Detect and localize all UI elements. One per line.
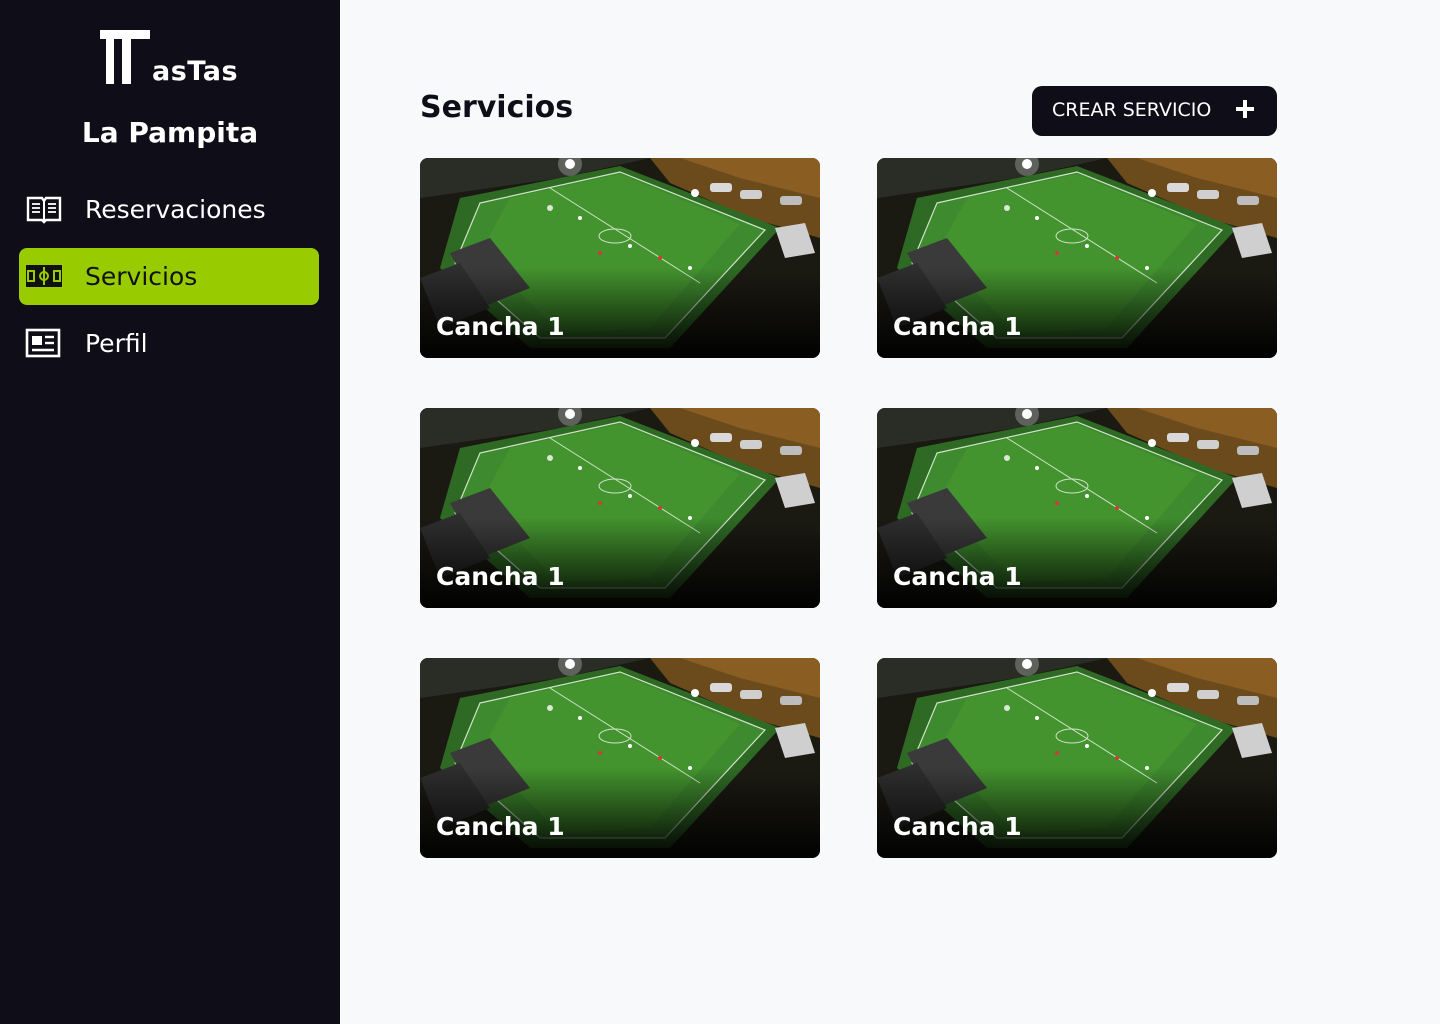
service-name: Cancha 1 [436,812,565,841]
create-service-label: CREAR SERVICIO [1052,99,1212,121]
service-card[interactable]: Cancha 1 [877,408,1277,608]
soccer-field-icon [26,265,62,287]
sidebar-item-reservaciones[interactable]: Reservaciones [19,181,319,238]
brand-logo[interactable]: asTas [100,30,250,87]
sidebar-item-label: Servicios [85,262,198,291]
service-name: Cancha 1 [893,562,1022,591]
plus-icon [1236,100,1254,118]
sidebar: asTas La Pampita Reservaciones Servicios [0,0,340,1024]
service-card[interactable]: Cancha 1 [877,158,1277,358]
service-name: Cancha 1 [893,312,1022,341]
sidebar-item-label: Reservaciones [85,195,266,224]
sidebar-item-perfil[interactable]: Perfil [19,315,319,372]
service-card[interactable]: Cancha 1 [420,658,820,858]
service-name: Cancha 1 [436,312,565,341]
service-name: Cancha 1 [893,812,1022,841]
service-card[interactable]: Cancha 1 [420,158,820,358]
book-icon [26,196,62,224]
create-service-button[interactable]: CREAR SERVICIO [1032,86,1277,136]
logo-mark-icon [100,30,150,84]
service-card[interactable]: Cancha 1 [420,408,820,608]
page-title: Servicios [420,90,574,125]
sidebar-item-servicios[interactable]: Servicios [19,248,319,305]
profile-card-icon [25,328,61,358]
logo-text: asTas [152,56,239,87]
service-name: Cancha 1 [436,562,565,591]
sidebar-item-label: Perfil [85,329,148,358]
service-card[interactable]: Cancha 1 [877,658,1277,858]
venue-name: La Pampita [81,116,259,149]
